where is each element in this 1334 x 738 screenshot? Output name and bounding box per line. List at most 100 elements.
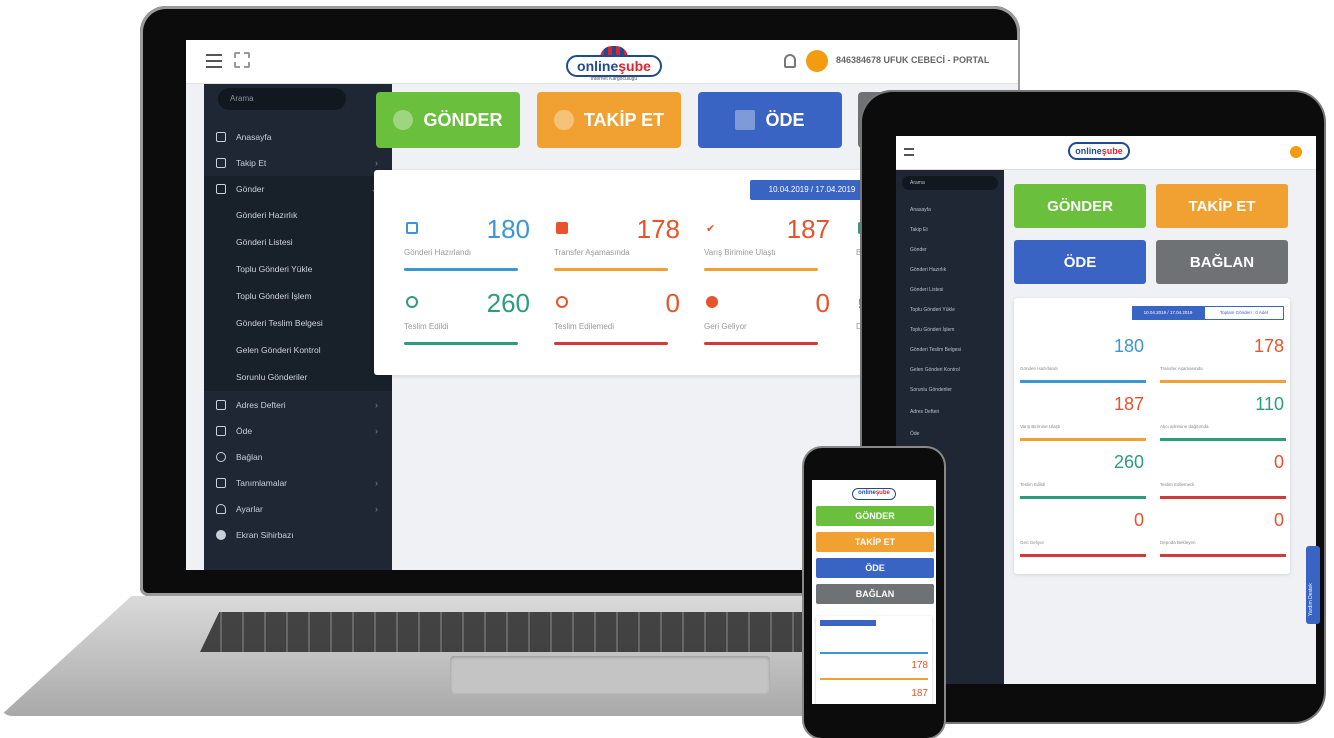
tablet-total-badge: Toplam Gönderi : 0 Adet <box>1204 306 1284 320</box>
help-support-tab[interactable]: Yardım Destek <box>1306 546 1320 624</box>
tablet-sidebar-item[interactable]: Gönderi Hazırlık <box>902 260 998 280</box>
tablet-sidebar-item[interactable]: Anasayfa <box>902 200 998 220</box>
tablet-stat: 0 Teslim Edilemedi <box>1160 452 1286 508</box>
money-icon <box>735 110 756 130</box>
tablet-stat: 110 Alıcı adresine dağıtımda <box>1160 394 1286 450</box>
fullscreen-icon[interactable] <box>234 52 250 68</box>
phone-date-range[interactable] <box>820 620 876 626</box>
tablet-topbar: onlineşube <box>896 136 1316 170</box>
card-icon <box>216 426 226 436</box>
tablet-sidebar-item[interactable]: Toplu Gönderi Yükle <box>902 300 998 320</box>
sidebar-search-input[interactable]: Arama <box>218 88 346 110</box>
sidebar-item-anasayfa[interactable]: Anasayfa <box>204 124 392 150</box>
tablet-pay-button[interactable]: ÖDE <box>1014 240 1146 284</box>
recycle-icon <box>706 296 718 308</box>
tablet-connect-button[interactable]: BAĞLAN <box>1156 240 1288 284</box>
tablet-search-input[interactable]: Arama <box>902 176 998 190</box>
link-icon <box>216 452 226 462</box>
laptop-trackpad <box>450 656 770 694</box>
sidebar-item-tanimlamalar[interactable]: Tanımlamalar › <box>204 470 392 496</box>
home-icon <box>216 132 226 142</box>
bell-icon[interactable] <box>784 54 796 68</box>
phone-send-button[interactable]: GÖNDER <box>816 506 934 526</box>
search-icon <box>553 110 574 130</box>
user-icon <box>216 504 226 514</box>
phone-track-button[interactable]: TAKİP ET <box>816 532 934 552</box>
phone-stats-card: 178 187 <box>816 616 932 704</box>
phone-connect-button[interactable]: BAĞLAN <box>816 584 934 604</box>
sidebar-subitem-toplu-gonderi-islem[interactable]: Toplu Gönderi İşlem <box>204 283 392 310</box>
phone-pay-button[interactable]: ÖDE <box>816 558 934 578</box>
logo-tagline: "İnternet Kargoculuğu" <box>589 76 639 82</box>
sidebar-subitem-gelen-gonderi-kontrol[interactable]: Gelen Gönderi Kontrol <box>204 337 392 364</box>
edit-icon <box>216 478 226 488</box>
tablet-stat: 0 Geri Geliyor <box>1020 510 1146 566</box>
tablet-stat: 178 Transfer Aşamasında <box>1160 336 1286 392</box>
tablet-sidebar-item[interactable]: Gönderi Listesi <box>902 280 998 300</box>
phone-stat-value: 178 <box>911 660 928 671</box>
tablet-date-range[interactable]: 10.04.2019 / 17.04.2019 <box>1132 306 1204 320</box>
truck-icon <box>393 110 414 130</box>
stat-prepared: 180 Gönderi Hazırlandı <box>404 214 534 288</box>
sidebar-item-baglan[interactable]: Bağlan <box>204 444 392 470</box>
wizard-icon <box>216 530 226 540</box>
list-icon <box>216 158 226 168</box>
sidebar-subitem-sorunlu-gonderiler[interactable]: Sorunlu Gönderiler <box>204 364 392 391</box>
avatar[interactable] <box>806 50 828 72</box>
phone-screen: onlineşube GÖNDER TAKİP ET ÖDE BAĞLAN 17… <box>812 480 936 704</box>
sidebar-item-ayarlar[interactable]: Ayarlar › <box>204 496 392 522</box>
sidebar-item-takip-et[interactable]: Takip Et › <box>204 150 392 176</box>
tablet-sidebar-item[interactable]: Gelen Gönderi Kontrol <box>902 360 998 380</box>
tablet-stat: 180 Gönderi Hazırlandı <box>1020 336 1146 392</box>
logo-text: onlineşube <box>566 55 662 77</box>
hamburger-menu-icon[interactable] <box>904 148 914 156</box>
sidebar: Arama Anasayfa Takip Et› Gönder⌄ Gönderi… <box>204 84 392 570</box>
sidebar-subitem-gonderi-hazirlik[interactable]: Gönderi Hazırlık <box>204 202 392 229</box>
tablet-sidebar-item[interactable]: Adres Defteri <box>902 402 998 422</box>
check-double-icon: ✔ <box>706 223 716 235</box>
tablet-track-button[interactable]: TAKİP ET <box>1156 184 1288 228</box>
sidebar-subitem-gonderi-listesi[interactable]: Gönderi Listesi <box>204 229 392 256</box>
phone-stat-value: 187 <box>911 688 928 699</box>
track-button[interactable]: TAKİP ET <box>537 92 681 148</box>
topbar: onlineşube "İnternet Kargoculuğu" 846384… <box>186 40 1018 84</box>
stat-arrived: ✔ 187 Varış Birimine Ulaştı <box>704 214 834 288</box>
tablet-logo[interactable]: onlineşube <box>1068 142 1130 160</box>
book-icon <box>216 400 226 410</box>
sidebar-subitem-gonderi-teslim-belgesi[interactable]: Gönderi Teslim Belgesi <box>204 310 392 337</box>
sidebar-subitem-toplu-gonderi-yukle[interactable]: Toplu Gönderi Yükle <box>204 256 392 283</box>
stat-delivered: 260 Teslim Edildi <box>404 288 534 362</box>
tablet-sidebar-item[interactable]: Takip Et <box>902 220 998 240</box>
stat-not-delivered: 0 Teslim Edilemedi <box>554 288 684 362</box>
sidebar-item-adres-defteri[interactable]: Adres Defteri › <box>204 392 392 418</box>
tablet-sidebar-item[interactable]: Toplu Gönderi İşlem <box>902 320 998 340</box>
tablet-sidebar-item[interactable]: Gönder <box>902 240 998 260</box>
sad-icon <box>556 296 568 308</box>
tablet-stat: 187 Varış Birimine Ulaştı <box>1020 394 1146 450</box>
phone-logo[interactable]: onlineşube <box>852 488 896 500</box>
send-button[interactable]: GÖNDER <box>376 92 520 148</box>
logo[interactable]: onlineşube "İnternet Kargoculuğu" <box>566 46 662 82</box>
tablet-sidebar-item[interactable]: Gönderi Teslim Belgesi <box>902 340 998 360</box>
avatar[interactable] <box>1290 146 1302 158</box>
date-range-button[interactable]: 10.04.2019 / 17.04.2019 <box>750 180 874 200</box>
tablet-stat: 0 Depoda Bekleyen <box>1160 510 1286 566</box>
tablet-send-button[interactable]: GÖNDER <box>1014 184 1146 228</box>
sidebar-item-ekran-sihirbazi[interactable]: Ekran Sihirbazı <box>204 522 392 548</box>
user-info[interactable]: 846384678 UFUK CEBECİ - PORTAL <box>836 55 989 65</box>
smile-icon <box>406 296 418 308</box>
box-icon <box>216 184 226 194</box>
box-icon <box>406 222 418 234</box>
sidebar-item-ode[interactable]: Öde › <box>204 418 392 444</box>
stat-in-transfer: 178 Transfer Aşamasında <box>554 214 684 288</box>
tablet-stats-card: 10.04.2019 / 17.04.2019 Toplam Gönderi :… <box>1014 298 1290 574</box>
tablet-sidebar-item[interactable]: Sorunlu Gönderiler <box>902 380 998 400</box>
chevron-right-icon: › <box>375 478 378 488</box>
tablet-stat: 260 Teslim Edildi <box>1020 452 1146 508</box>
chevron-right-icon: › <box>375 400 378 410</box>
pay-button[interactable]: ÖDE <box>698 92 842 148</box>
tablet-sidebar-item[interactable]: Öde <box>902 424 998 444</box>
truck-icon <box>556 222 568 234</box>
hamburger-menu-icon[interactable] <box>206 54 222 68</box>
sidebar-item-gonder[interactable]: Gönder⌄ <box>204 176 392 202</box>
